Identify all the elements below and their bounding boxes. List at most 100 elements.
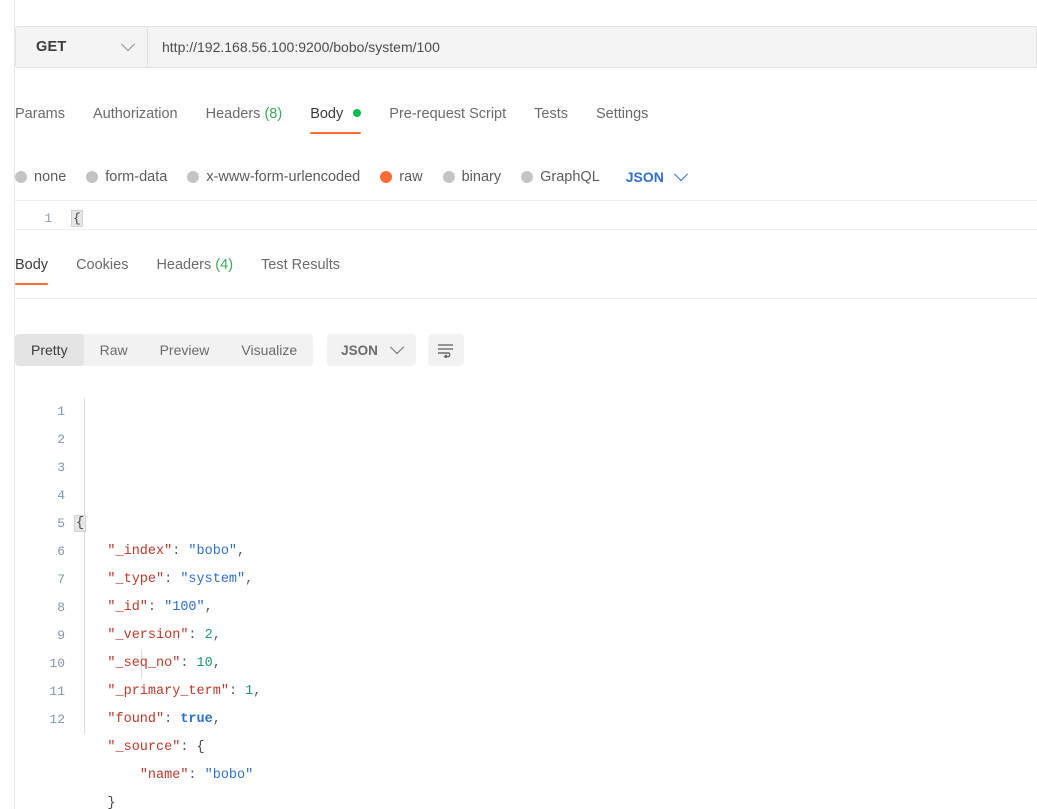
response-tab-cookies-label: Cookies bbox=[76, 257, 129, 273]
code-token: "_index" bbox=[107, 544, 173, 559]
line-number: 2 bbox=[57, 432, 65, 447]
body-type-x-www-form-urlencoded[interactable]: x-www-form-urlencoded bbox=[187, 169, 360, 185]
response-body-viewer[interactable]: 1 2 3 4 5 6 7 8 9 10 11 12 { "_index": "bobo", "_ty… bbox=[15, 398, 1037, 809]
url-input[interactable]: http://192.168.56.100:9200/bobo/system/1… bbox=[147, 26, 1037, 68]
code-line: "_primary_term": 1, bbox=[75, 678, 1037, 706]
response-tab-headers[interactable]: Headers (4) bbox=[156, 253, 233, 285]
code-token: : bbox=[228, 684, 246, 699]
code-token: : bbox=[180, 740, 197, 755]
code-token: , bbox=[212, 628, 221, 643]
code-token: "100" bbox=[164, 600, 205, 615]
body-type-graphql[interactable]: GraphQL bbox=[521, 169, 600, 185]
code-line: "found": true, bbox=[75, 706, 1037, 734]
body-type-x-www-form-urlencoded-label: x-www-form-urlencoded bbox=[206, 169, 361, 185]
response-format-selector[interactable]: JSON bbox=[327, 334, 416, 366]
code-token: , bbox=[204, 600, 213, 615]
line-number: 6 bbox=[57, 544, 65, 559]
response-tabs: Body Cookies Headers (4) Test Results bbox=[15, 253, 1037, 293]
body-format-selector[interactable]: JSON bbox=[626, 167, 688, 185]
tab-body-label: Body bbox=[310, 106, 344, 122]
response-tab-body[interactable]: Body bbox=[15, 253, 49, 285]
tab-pre-request-script-label: Pre-request Script bbox=[389, 106, 507, 122]
code-token: "found" bbox=[107, 712, 165, 727]
code-line: "_index": "bobo", bbox=[75, 538, 1037, 566]
radio-icon bbox=[86, 171, 99, 183]
response-format-label: JSON bbox=[341, 342, 378, 358]
wrap-lines-button[interactable] bbox=[427, 334, 464, 366]
tab-settings-label: Settings bbox=[595, 106, 649, 122]
line-number: 10 bbox=[49, 656, 65, 671]
response-code[interactable]: { "_index": "bobo", "_type": "system", "… bbox=[73, 398, 1037, 809]
code-token: "_id" bbox=[107, 600, 148, 615]
body-type-form-data[interactable]: form-data bbox=[86, 169, 167, 185]
response-tabs-divider bbox=[15, 298, 1037, 299]
code-token: } bbox=[107, 796, 116, 809]
body-type-raw-label: raw bbox=[399, 169, 423, 185]
tab-params-label: Params bbox=[15, 106, 65, 122]
response-tab-test-results[interactable]: Test Results bbox=[261, 253, 340, 285]
view-mode-raw[interactable]: Raw bbox=[84, 334, 144, 366]
response-tab-headers-label: Headers bbox=[156, 257, 212, 273]
response-tab-cookies[interactable]: Cookies bbox=[76, 253, 128, 285]
radio-icon bbox=[187, 171, 200, 183]
body-type-none[interactable]: none bbox=[15, 169, 66, 185]
code-token: , bbox=[212, 712, 221, 727]
code-token: "_version" bbox=[107, 628, 189, 643]
wrap-lines-icon bbox=[438, 343, 454, 358]
postman-request-response-view: GET http://192.168.56.100:9200/bobo/syst… bbox=[0, 0, 1037, 809]
tab-params[interactable]: Params bbox=[15, 102, 65, 134]
code-token: 2 bbox=[204, 628, 213, 643]
radio-icon bbox=[521, 171, 534, 183]
tab-headers[interactable]: Headers (8) bbox=[206, 102, 283, 134]
body-type-form-data-label: form-data bbox=[105, 169, 168, 185]
code-line: "_id": "100", bbox=[75, 594, 1037, 622]
code-token: : bbox=[188, 768, 205, 783]
request-editor-code[interactable]: { bbox=[60, 208, 83, 229]
chevron-down-icon bbox=[389, 340, 405, 355]
code-token: , bbox=[253, 684, 262, 699]
radio-icon bbox=[15, 171, 27, 183]
chevron-down-icon bbox=[673, 167, 688, 182]
body-type-raw[interactable]: raw bbox=[380, 169, 423, 185]
code-line: "_type": "system", bbox=[75, 566, 1037, 594]
tab-headers-count: (8) bbox=[264, 106, 283, 122]
code-token: , bbox=[212, 656, 221, 671]
response-gutter: 1 2 3 4 5 6 7 8 9 10 11 12 bbox=[15, 398, 75, 809]
view-mode-visualize[interactable]: Visualize bbox=[225, 334, 313, 366]
tab-body[interactable]: Body bbox=[310, 102, 362, 134]
code-token: , bbox=[245, 572, 254, 587]
line-number: 5 bbox=[57, 516, 65, 531]
code-token: "bobo" bbox=[188, 544, 238, 559]
tab-tests[interactable]: Tests bbox=[534, 102, 568, 134]
code-token: "_primary_term" bbox=[107, 684, 229, 699]
view-mode-raw-label: Raw bbox=[99, 342, 128, 358]
code-token: true bbox=[180, 712, 213, 727]
code-token: "_seq_no" bbox=[107, 656, 181, 671]
request-editor-gutter: 1 bbox=[44, 212, 52, 226]
code-token: : bbox=[172, 544, 189, 559]
code-line: "_seq_no": 10, bbox=[75, 650, 1037, 678]
view-mode-preview-label: Preview bbox=[159, 342, 210, 358]
code-token: 10 bbox=[196, 656, 213, 671]
line-number: 1 bbox=[57, 404, 65, 419]
code-token: { bbox=[196, 740, 205, 755]
request-tabs: Params Authorization Headers (8) Body Pr… bbox=[15, 102, 1037, 140]
url-text: http://192.168.56.100:9200/bobo/system/1… bbox=[162, 39, 440, 55]
http-method-selector[interactable]: GET bbox=[15, 26, 147, 68]
http-method-label: GET bbox=[36, 39, 67, 55]
tab-settings[interactable]: Settings bbox=[596, 102, 648, 134]
response-view-mode-group: Pretty Raw Preview Visualize bbox=[15, 334, 314, 366]
request-body-editor[interactable]: 1 { bbox=[15, 208, 1037, 230]
code-token: , bbox=[237, 544, 246, 559]
line-number: 3 bbox=[57, 460, 65, 475]
body-type-binary[interactable]: binary bbox=[442, 169, 502, 185]
view-mode-pretty[interactable]: Pretty bbox=[15, 334, 84, 366]
body-type-binary-label: binary bbox=[461, 169, 502, 185]
code-token: "bobo" bbox=[204, 768, 254, 783]
response-tab-headers-count: (4) bbox=[215, 257, 234, 273]
code-token: { bbox=[73, 515, 87, 532]
tab-authorization[interactable]: Authorization bbox=[93, 102, 178, 134]
view-mode-preview[interactable]: Preview bbox=[144, 334, 226, 366]
tab-pre-request-script[interactable]: Pre-request Script bbox=[389, 102, 506, 134]
line-number: 9 bbox=[57, 628, 65, 643]
